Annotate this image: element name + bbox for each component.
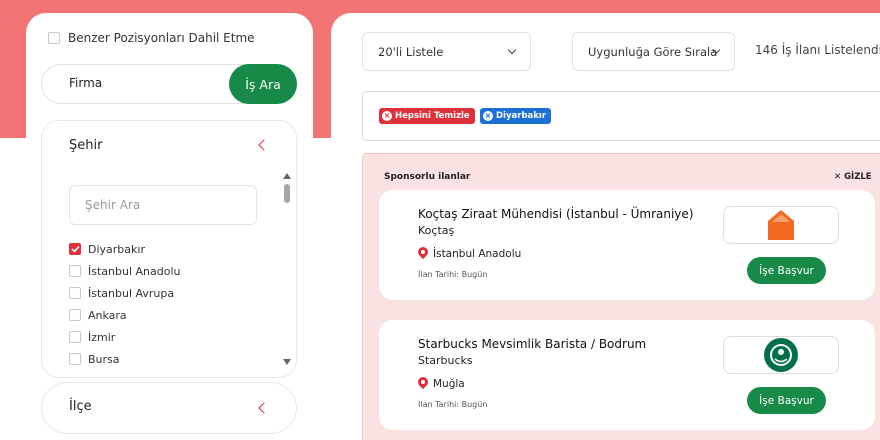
job-location: İstanbul Anadolu xyxy=(418,247,521,260)
job-company: Starbucks xyxy=(418,354,473,367)
city-item[interactable]: İstanbul Avrupa xyxy=(69,282,181,304)
job-search-mode-option[interactable]: İş Ara xyxy=(229,64,297,104)
collapse-city-icon[interactable] xyxy=(258,139,270,151)
filter-chip-label: Diyarbakır xyxy=(496,111,547,121)
search-mode-toggle: Firma İş Ara xyxy=(41,64,297,104)
city-checkbox[interactable] xyxy=(69,309,81,321)
city-list-scrollbar[interactable] xyxy=(283,173,291,365)
city-label: İzmir xyxy=(88,330,116,344)
job-company: Koçtaş xyxy=(418,224,455,237)
city-checkbox[interactable] xyxy=(69,265,81,277)
job-date: İlan Tarihi: Bugün xyxy=(418,270,488,279)
city-checkbox[interactable] xyxy=(69,331,81,343)
chevron-down-icon xyxy=(507,45,517,55)
city-item[interactable]: Diyarbakır xyxy=(69,238,181,260)
exclude-similar-checkbox[interactable] xyxy=(48,32,60,44)
starbucks-logo-icon xyxy=(764,338,798,372)
city-checkbox[interactable] xyxy=(69,287,81,299)
job-title[interactable]: Koçtaş Ziraat Mühendisi (İstanbul - Ümra… xyxy=(418,207,693,221)
job-date: İlan Tarihi: Bugün xyxy=(418,400,488,409)
city-filter-title: Şehir xyxy=(69,138,103,153)
location-pin-icon xyxy=(418,247,428,260)
district-filter-title: İlçe xyxy=(69,399,92,414)
city-label: Ankara xyxy=(88,308,127,322)
job-card[interactable]: Koçtaş Ziraat Mühendisi (İstanbul - Ümra… xyxy=(379,190,875,300)
exclude-similar-label: Benzer Pozisyonları Dahil Etme xyxy=(68,31,255,45)
city-item[interactable]: İstanbul Anadolu xyxy=(69,260,181,282)
city-item[interactable]: Bursa xyxy=(69,348,181,370)
job-location-text: Muğla xyxy=(433,377,465,390)
sort-select[interactable]: Uygunluğa Göre Sırala xyxy=(572,32,735,71)
city-checkbox[interactable] xyxy=(69,243,81,255)
city-label: Diyarbakır xyxy=(88,242,145,256)
sort-value: Uygunluğa Göre Sırala xyxy=(588,44,718,59)
clear-all-label: Hepsini Temizle xyxy=(395,111,470,121)
filter-panel: Benzer Pozisyonları Dahil Etme Firma İş … xyxy=(26,13,313,440)
close-icon: × xyxy=(382,111,392,121)
city-label: Bursa xyxy=(88,352,120,366)
close-icon[interactable]: × xyxy=(483,111,493,121)
job-card[interactable]: Starbucks Mevsimlik Barista / Bodrum Sta… xyxy=(379,320,875,430)
job-location: Muğla xyxy=(418,377,465,390)
clear-all-filters-button[interactable]: × Hepsini Temizle xyxy=(379,108,475,124)
district-filter[interactable]: İlçe xyxy=(41,382,297,434)
scroll-up-icon[interactable] xyxy=(283,173,291,179)
city-list: Diyarbakır İstanbul Anadolu İstanbul Avr… xyxy=(69,238,181,370)
hide-sponsored-button[interactable]: ✕ GİZLE xyxy=(834,172,872,182)
sponsored-listings: Sponsorlu ilanlar ✕ GİZLE Koçtaş Ziraat … xyxy=(362,153,880,440)
results-panel: 20'li Listele Uygunluğa Göre Sırala 146 … xyxy=(331,13,880,440)
expand-district-icon[interactable] xyxy=(258,402,270,414)
city-item[interactable]: Ankara xyxy=(69,304,181,326)
sponsored-title: Sponsorlu ilanlar xyxy=(384,172,471,182)
job-title[interactable]: Starbucks Mevsimlik Barista / Bodrum xyxy=(418,337,646,351)
scroll-down-icon[interactable] xyxy=(283,359,291,365)
city-label: İstanbul Anadolu xyxy=(88,264,181,278)
company-mode-option[interactable]: Firma xyxy=(69,76,102,90)
city-item[interactable]: İzmir xyxy=(69,326,181,348)
filter-chip-city[interactable]: × Diyarbakır xyxy=(480,108,552,124)
koctas-logo-icon xyxy=(768,210,794,240)
city-filter: Şehir Diyarbakır İstanbul Anadolu İstanb… xyxy=(41,120,297,378)
apply-button[interactable]: İşe Başvur xyxy=(747,387,826,414)
apply-button[interactable]: İşe Başvur xyxy=(747,257,826,284)
check-icon xyxy=(70,245,80,253)
exclude-similar-option[interactable]: Benzer Pozisyonları Dahil Etme xyxy=(48,31,255,45)
job-location-text: İstanbul Anadolu xyxy=(433,247,522,260)
starbucks-logo[interactable] xyxy=(723,336,839,374)
city-checkbox[interactable] xyxy=(69,353,81,365)
city-label: İstanbul Avrupa xyxy=(88,286,175,300)
location-pin-icon xyxy=(418,377,428,390)
result-count: 146 İş İlanı Listelendi xyxy=(755,43,880,57)
city-search-input[interactable] xyxy=(69,185,257,225)
page-size-select[interactable]: 20'li Listele xyxy=(362,32,531,71)
page-size-value: 20'li Listele xyxy=(378,44,444,59)
active-filters-bar: × Hepsini Temizle × Diyarbakır xyxy=(362,91,880,141)
koctas-logo[interactable] xyxy=(723,206,839,244)
scroll-thumb[interactable] xyxy=(284,184,290,203)
